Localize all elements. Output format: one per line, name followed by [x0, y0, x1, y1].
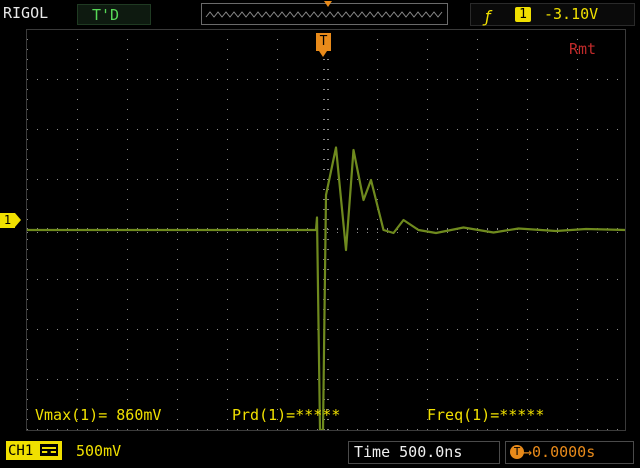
- graticule-frame: [26, 29, 626, 431]
- trigger-level: -3.10V: [544, 5, 599, 23]
- memory-preview-line: [205, 11, 443, 18]
- rising-edge-icon: ƒ: [485, 7, 491, 26]
- trigger-offset-value: →0.0000s: [523, 443, 596, 461]
- measurement-vmax: Vmax(1)= 860mV: [35, 406, 162, 424]
- remote-indicator: Rmt: [569, 40, 597, 58]
- trigger-position-marker[interactable]: T: [316, 33, 331, 57]
- ch1-label-text: CH1: [8, 443, 34, 459]
- memory-trigger-marker: [324, 1, 332, 7]
- measurement-frequency: Freq(1)=*****: [427, 406, 545, 424]
- trigger-channel-badge: 1: [515, 7, 531, 22]
- ch1-volts-per-div[interactable]: 500mV: [76, 444, 121, 459]
- trigger-status: T'D: [77, 4, 151, 25]
- memory-waveform-preview: [205, 11, 443, 18]
- measurement-period: Prd(1)=*****: [232, 406, 341, 424]
- memory-depth-bar: [201, 1, 448, 25]
- timebase-value: Time 500.0ns: [354, 443, 463, 461]
- dc-coupling-icon: [40, 444, 58, 456]
- ch1-reference-marker[interactable]: 1: [0, 213, 21, 228]
- brand-logo: RIGOL: [3, 4, 49, 22]
- trigger-offset-icon: T: [510, 445, 524, 459]
